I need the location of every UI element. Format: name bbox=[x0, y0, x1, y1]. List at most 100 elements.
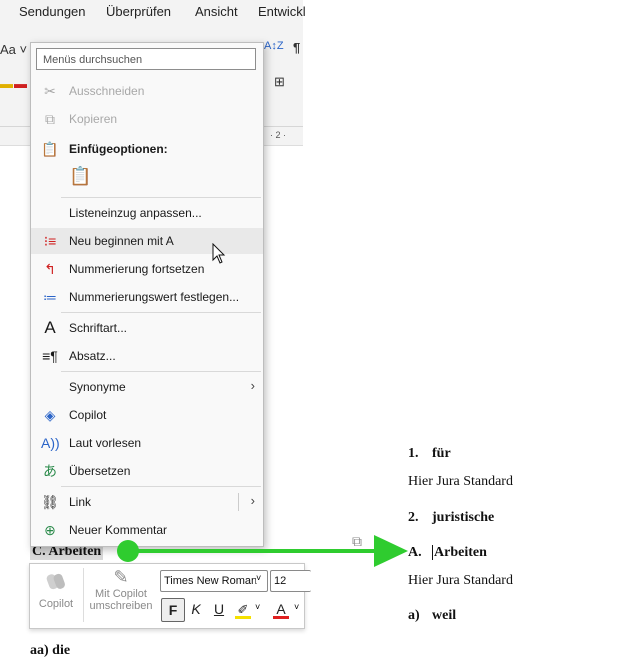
tab-ueberpruefen[interactable]: Überprüfen bbox=[106, 4, 171, 19]
tab-sendungen[interactable]: Sendungen bbox=[19, 4, 86, 19]
font-name-chevron-icon[interactable]: ˅ bbox=[256, 573, 262, 583]
rewrite-with-copilot-button[interactable]: ✎ Mit Copilot umschreiben bbox=[86, 564, 156, 626]
copilot-float-icon[interactable]: ⧉ bbox=[352, 533, 362, 550]
scissors-icon: ✂ bbox=[44, 83, 56, 99]
font-size-select[interactable]: 12 bbox=[270, 570, 311, 592]
menu-item-copy-label: Kopieren bbox=[69, 112, 118, 126]
list-item-1-number: 1. bbox=[408, 446, 419, 461]
menu-item-copilot[interactable]: ◈ Copilot bbox=[31, 402, 263, 428]
link-label: Link bbox=[69, 495, 92, 509]
mini-divider bbox=[83, 568, 84, 622]
pilcrow-icon[interactable]: ¶ bbox=[293, 40, 300, 55]
list-item-a-upper-text: Arbeiten bbox=[432, 545, 487, 560]
list-item-a-lower-number: a) bbox=[408, 608, 420, 623]
copilot-icon: ◈ bbox=[44, 407, 56, 423]
ribbon-tabs: Sendungen Überprüfen Ansicht Entwickl bbox=[0, 0, 306, 24]
link-divider bbox=[238, 493, 239, 511]
highlighter-icon: ✐ bbox=[237, 602, 249, 617]
font-color-icon[interactable]: ▬ bbox=[14, 76, 27, 91]
font-color-button[interactable]: A bbox=[270, 598, 292, 620]
menu-separator bbox=[61, 486, 261, 487]
list-item-2[interactable]: 2. juristische bbox=[408, 510, 494, 526]
new-comment-icon: ⊕ bbox=[44, 522, 56, 538]
chevron-right-icon[interactable]: › bbox=[251, 493, 255, 508]
list-item-a-lower[interactable]: a) weil bbox=[408, 608, 456, 624]
copilot-mini-label: Copilot bbox=[38, 598, 74, 610]
list-item-a-lower-text: weil bbox=[432, 608, 457, 623]
menu-item-synonyms[interactable]: Synonyme › bbox=[31, 374, 263, 400]
menu-item-restart-at[interactable]: ⁝≡ Neu beginnen mit A bbox=[31, 228, 263, 254]
menu-separator bbox=[61, 371, 261, 372]
adjust-indent-label: Listeneinzug anpassen... bbox=[69, 206, 202, 220]
tab-entwicklertools[interactable]: Entwickl bbox=[258, 4, 306, 19]
menu-item-continue-numbering[interactable]: ↰ Nummerierung fortsetzen bbox=[31, 256, 263, 282]
menu-item-read-aloud[interactable]: A)) Laut vorlesen bbox=[31, 430, 263, 456]
font-label: Schriftart... bbox=[69, 321, 128, 335]
link-icon: ⛓ bbox=[41, 494, 59, 510]
underline-button[interactable]: U bbox=[208, 598, 230, 620]
menu-search-input[interactable]: Menüs durchsuchen bbox=[36, 48, 256, 70]
rewrite-label-2: umschreiben bbox=[89, 600, 153, 612]
paragraph-label: Absatz... bbox=[69, 349, 116, 363]
body-text-2[interactable]: Hier Jura Standard bbox=[408, 573, 513, 589]
list-item-1[interactable]: 1. für bbox=[408, 446, 451, 462]
font-color-chevron-icon[interactable]: ˅ bbox=[294, 602, 299, 612]
bold-button[interactable]: F bbox=[161, 598, 185, 622]
paragraph-icon: ≡¶ bbox=[42, 348, 58, 364]
menu-item-font[interactable]: A Schriftart... bbox=[31, 315, 263, 341]
read-aloud-icon: A)) bbox=[41, 435, 60, 451]
list-item-2-text: juristische bbox=[432, 510, 495, 525]
body-text-1[interactable]: Hier Jura Standard bbox=[408, 474, 513, 490]
copilot-mini-button[interactable]: Copilot bbox=[30, 564, 82, 626]
mini-toolbar: Copilot ✎ Mit Copilot umschreiben Times … bbox=[29, 563, 311, 629]
font-color-a-icon: A bbox=[276, 601, 286, 617]
translate-icon: あ bbox=[43, 463, 57, 479]
mouse-cursor-icon bbox=[212, 243, 226, 264]
set-value-label: Nummerierungswert festlegen... bbox=[69, 290, 240, 304]
menu-item-link[interactable]: ⛓ Link › bbox=[31, 489, 263, 515]
copilot-label: Copilot bbox=[69, 408, 107, 422]
context-menu: Menüs durchsuchen ✂ Ausschneiden ⧉ Kopie… bbox=[30, 42, 264, 547]
read-aloud-label: Laut vorlesen bbox=[69, 436, 142, 450]
menu-item-translate[interactable]: あ Übersetzen bbox=[31, 458, 263, 484]
menu-item-cut[interactable]: ✂ Ausschneiden bbox=[31, 78, 263, 104]
paste-keep-text-icon[interactable]: 📋 bbox=[69, 166, 91, 190]
highlight-chevron-icon[interactable]: ˅ bbox=[255, 602, 260, 612]
italic-button[interactable]: K bbox=[185, 598, 207, 620]
sort-icon[interactable]: A↕Z bbox=[264, 40, 284, 52]
list-item-2-number: 2. bbox=[408, 510, 419, 525]
tab-ansicht[interactable]: Ansicht bbox=[195, 4, 238, 19]
change-case-icon[interactable]: Aa ˅ bbox=[0, 42, 27, 57]
doc-sub-aa[interactable]: aa) die bbox=[30, 643, 70, 659]
clipboard-icon: 📋 bbox=[41, 141, 59, 157]
list-item-a-upper[interactable]: A. Arbeiten bbox=[408, 545, 487, 561]
font-name-value: Times New Roman bbox=[164, 575, 258, 587]
green-arrow-annotation bbox=[117, 535, 408, 567]
menu-paste-options-header: 📋 Einfügeoptionen: bbox=[31, 136, 263, 162]
translate-label: Übersetzen bbox=[69, 464, 131, 478]
font-color-bar bbox=[273, 616, 289, 619]
list-item-1-text: für bbox=[432, 446, 451, 461]
chevron-right-icon: › bbox=[250, 378, 255, 393]
borders-icon[interactable]: ⊞ bbox=[274, 74, 285, 90]
menu-item-copy[interactable]: ⧉ Kopieren bbox=[31, 106, 263, 132]
continue-numbering-icon: ↰ bbox=[44, 261, 56, 277]
restart-numbering-icon: ⁝≡ bbox=[43, 233, 57, 249]
font-name-select[interactable]: Times New Roman bbox=[160, 570, 268, 592]
highlight-icon[interactable]: ▬ bbox=[0, 76, 13, 91]
continue-numbering-label: Nummerierung fortsetzen bbox=[69, 262, 205, 276]
restart-at-label: Neu beginnen mit A bbox=[69, 234, 174, 248]
set-value-icon: ≔ bbox=[43, 289, 57, 305]
menu-item-paragraph[interactable]: ≡¶ Absatz... bbox=[31, 343, 263, 369]
synonyms-label: Synonyme bbox=[69, 380, 126, 394]
menu-separator bbox=[61, 312, 261, 313]
menu-item-adjust-list-indent[interactable]: Listeneinzug anpassen... bbox=[31, 200, 263, 226]
menu-item-cut-label: Ausschneiden bbox=[69, 84, 145, 98]
copilot-icon bbox=[46, 573, 65, 590]
menu-item-set-numbering-value[interactable]: ≔ Nummerierungswert festlegen... bbox=[31, 284, 263, 310]
copy-icon: ⧉ bbox=[45, 111, 55, 127]
list-item-a-upper-number: A. bbox=[408, 545, 422, 560]
rewrite-label-1: Mit Copilot bbox=[95, 588, 147, 600]
highlight-button[interactable]: ✐ bbox=[232, 598, 254, 620]
font-a-icon: A bbox=[44, 318, 56, 337]
